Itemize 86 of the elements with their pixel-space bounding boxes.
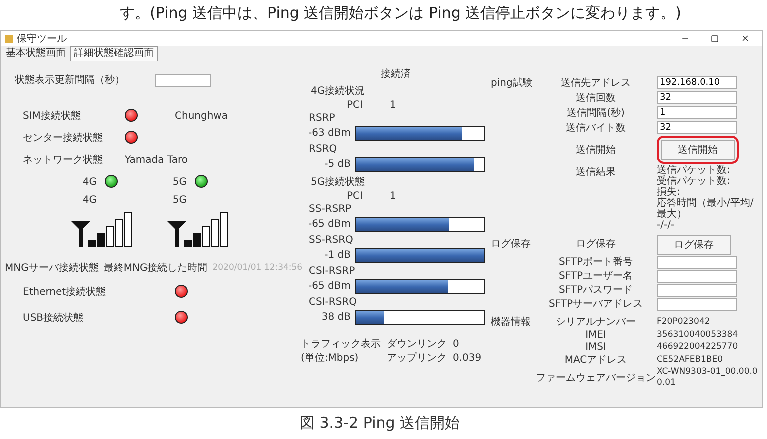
meter-reading: -1 dB xyxy=(324,250,351,261)
band-caption: 5G xyxy=(172,194,188,206)
result-text: 損失: xyxy=(657,187,680,198)
field-label: ログ保存 xyxy=(575,238,617,251)
field-label: シリアルナンバー xyxy=(555,316,637,329)
field-label: 送信開始 xyxy=(575,144,617,157)
section-title: ログ保存 xyxy=(491,238,532,251)
result-text: 応答時間（最小/平均/最大） xyxy=(657,198,755,220)
group-title: 5G接続状態 xyxy=(311,176,366,188)
result-text: 受信パケット数: xyxy=(657,176,732,187)
input-field[interactable] xyxy=(657,256,737,268)
status-label: USB接続状態 xyxy=(22,312,85,325)
field-label: IMEI xyxy=(584,330,608,340)
result-text: 送信パケット数: xyxy=(657,165,732,176)
pci-label: PCI xyxy=(346,190,363,202)
connection-status: 接続済 xyxy=(381,68,411,81)
field-label: 送信結果 xyxy=(575,166,617,179)
meter-name: SS-RSRP xyxy=(309,204,352,214)
field-value: CE52AFEB1BE0 xyxy=(657,354,724,366)
figure-caption: 図 3.3-2 Ping 送信開始 xyxy=(299,413,462,434)
save-log-button[interactable]: ログ保存 xyxy=(657,235,731,255)
status-label: センター接続状態 xyxy=(22,132,104,145)
field-value: XC-WN9303-01_00.00.00.01 xyxy=(657,367,759,389)
field-value: 466922004225770 xyxy=(657,342,740,352)
meter-reading: -5 dB xyxy=(324,159,351,170)
meter-reading: -63 dBm xyxy=(308,128,351,139)
input-field[interactable] xyxy=(657,298,737,310)
tab[interactable]: 基本状態画面 xyxy=(2,46,70,61)
field-label: 最終MNG接続した時間 xyxy=(104,262,208,275)
traffic-value: 0 xyxy=(453,338,460,350)
traffic-direction: ダウンリンク xyxy=(387,338,448,351)
traffic-label: (単位:Mbps) xyxy=(301,352,360,365)
band-label: 4G xyxy=(82,176,98,188)
meter-reading: -65 dBm xyxy=(308,281,351,292)
input-field[interactable]: 192.168.0.10 xyxy=(657,76,737,89)
section-title: 機器情報 xyxy=(491,316,532,329)
meter-name: CSI-RSRQ xyxy=(309,296,358,308)
field-label: 送信バイト数 xyxy=(565,122,627,134)
field-value: F20P023042 xyxy=(657,316,712,328)
status-label: ネットワーク状態 xyxy=(22,154,104,167)
field-label: 状態表示更新間隔（秒） xyxy=(15,74,126,87)
input-field[interactable] xyxy=(657,270,737,282)
field-label: IMSI xyxy=(584,342,608,352)
field-label: SFTPパスワード xyxy=(558,284,634,297)
input-field[interactable] xyxy=(155,74,211,86)
meter-name: RSRQ xyxy=(309,144,338,154)
field-label: MACアドレス xyxy=(564,354,628,367)
timestamp: 2020/01/01 12:34:56 xyxy=(212,263,303,273)
meter-reading: -65 dBm xyxy=(308,219,351,230)
status-value: Yamada Taro xyxy=(125,154,189,166)
band-caption: 4G xyxy=(82,194,98,206)
send-button[interactable]: 送信開始 xyxy=(661,140,735,160)
status-label: SIM接続状態 xyxy=(22,110,82,123)
field-label: SFTPユーザー名 xyxy=(558,270,634,283)
meter-name: RSRP xyxy=(309,112,336,124)
section-title: ping試験 xyxy=(491,76,534,90)
app-icon xyxy=(5,34,13,42)
group-title: 4G接続状況 xyxy=(311,84,366,98)
window-title: 保守ツール xyxy=(17,32,68,46)
pci-value: 1 xyxy=(388,190,398,202)
field-label: 送信先アドレス xyxy=(560,76,632,90)
input-field[interactable]: 32 xyxy=(657,91,737,104)
input-field[interactable] xyxy=(657,284,737,296)
input-field[interactable]: 32 xyxy=(657,121,737,134)
field-value: 356310040053384 xyxy=(657,330,740,340)
status-label: MNGサーバ接続状態 xyxy=(5,262,99,275)
meter-name: SS-RSRQ xyxy=(309,234,354,246)
field-label: 送信間隔(秒) xyxy=(566,106,626,120)
field-label: SFTPサーバアドレス xyxy=(548,298,644,311)
caption: す。(Ping 送信中は、Ping 送信開始ボタンは Ping 送信停止ボタンに変わります。) xyxy=(119,3,683,24)
pci-label: PCI xyxy=(346,100,363,110)
status-label: Ethernet接続状態 xyxy=(22,286,108,299)
traffic-label: トラフィック表示 xyxy=(301,338,382,351)
traffic-value: 0.039 xyxy=(453,352,483,364)
meter-reading: 38 dB xyxy=(320,312,351,323)
field-label: SFTPポート番号 xyxy=(558,256,634,269)
input-field[interactable]: 1 xyxy=(657,106,737,119)
status-value: Chunghwa xyxy=(175,110,229,122)
tab[interactable]: 詳細状態確認画面 xyxy=(70,46,158,61)
meter-name: CSI-RSRP xyxy=(309,266,356,276)
field-label: 送信回数 xyxy=(575,92,617,104)
traffic-direction: アップリンク xyxy=(387,352,448,365)
band-label: 5G xyxy=(172,176,188,188)
result-text: -/-/- xyxy=(657,220,676,231)
field-label: ファームウェアバージョン xyxy=(535,372,657,385)
pci-value: 1 xyxy=(388,100,398,110)
